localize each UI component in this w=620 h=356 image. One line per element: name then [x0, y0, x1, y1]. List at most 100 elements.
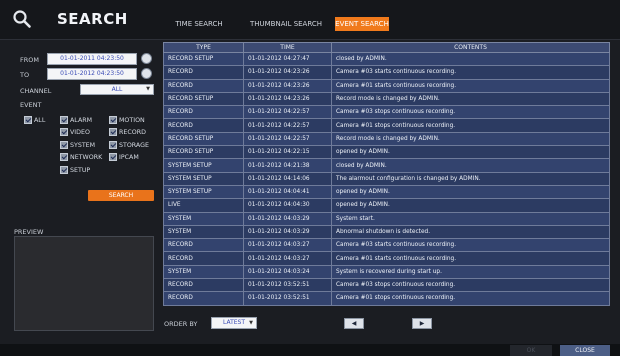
cell-contents: Camera #03 starts continuous recording. [331, 65, 610, 80]
next-page-button[interactable]: ▶ [412, 318, 432, 329]
table-row[interactable]: RECORD 01-01-2012 04:03:27 Camera #03 star… [163, 238, 610, 253]
table-row[interactable]: LIVE 01-01-2012 04:04:30 opened by ADMIN. [163, 198, 610, 213]
table-row[interactable]: SYSTEM SETUP 01-01-2012 04:21:38 closed by… [163, 158, 610, 173]
cell-contents: Record mode is changed by ADMIN. [331, 91, 610, 107]
event-motion-checkbox[interactable]: MOTION [109, 115, 145, 125]
cell-time: 01-01-2012 04:23:26 [243, 65, 332, 80]
cell-type: RECORD [163, 105, 244, 120]
calendar-icon[interactable] [141, 53, 152, 64]
tab-thumbnail-search[interactable]: THUMBNAIL SEARCH [246, 17, 326, 31]
table-row[interactable]: SYSTEM SETUP 01-01-2012 04:14:06 The alarm… [163, 171, 610, 186]
table-row[interactable]: SYSTEM 01-01-2012 04:03:24 System is recov… [163, 264, 610, 280]
event-all-checkbox[interactable]: ALL [24, 115, 45, 125]
cell-time: 01-01-2012 04:21:38 [243, 158, 332, 173]
search-button[interactable]: SEARCH [88, 190, 154, 201]
cell-time: 01-01-2012 03:52:51 [243, 291, 332, 306]
table-row[interactable]: RECORD 01-01-2012 03:52:51 Camera #01 stop… [163, 291, 610, 306]
cell-time: 01-01-2012 04:23:26 [243, 78, 332, 93]
event-record-checkbox[interactable]: RECORD [109, 127, 146, 137]
calendar-icon[interactable] [141, 68, 152, 79]
cell-time: 01-01-2012 03:52:51 [243, 278, 332, 293]
cell-type: RECORD [163, 118, 244, 133]
cell-contents: opened by ADMIN. [331, 198, 610, 213]
column-header-type[interactable]: TYPE [163, 42, 244, 53]
cell-type: RECORD [163, 278, 244, 293]
cell-contents: closed by ADMIN. [331, 158, 610, 173]
event-storage-checkbox[interactable]: STORAGE [109, 140, 149, 150]
table-row[interactable]: RECORD 01-01-2012 04:23:26 Camera #03 star… [163, 65, 610, 80]
from-label: FROM [20, 56, 39, 64]
cell-type: SYSTEM SETUP [163, 171, 244, 186]
cell-time: 01-01-2012 04:22:15 [243, 145, 332, 160]
cell-contents: Camera #01 stops continuous recording. [331, 118, 610, 133]
channel-select[interactable]: ALL ▼ [80, 84, 154, 95]
checkbox-icon [60, 116, 68, 124]
cell-type: SYSTEM [163, 224, 244, 240]
table-row[interactable]: RECORD SETUP 01-01-2012 04:23:26 Record mo… [163, 91, 610, 107]
close-button[interactable]: CLOSE [560, 345, 610, 356]
cell-type: SYSTEM [163, 264, 244, 280]
cell-time: 01-01-2012 04:14:06 [243, 171, 332, 186]
cell-type: RECORD [163, 65, 244, 80]
cell-type: RECORD SETUP [163, 131, 244, 147]
table-row[interactable]: RECORD 01-01-2012 04:03:27 Camera #01 star… [163, 251, 610, 266]
cell-type: RECORD [163, 291, 244, 306]
order-by-select[interactable]: LATEST ▼ [211, 317, 257, 329]
page-title: SEARCH [57, 10, 128, 28]
cell-time: 01-01-2012 04:03:24 [243, 264, 332, 280]
prev-page-button[interactable]: ◀ [344, 318, 364, 329]
checkbox-icon [60, 141, 68, 149]
cell-contents: Camera #03 stops continuous recording. [331, 105, 610, 120]
channel-label: CHANNEL [20, 87, 52, 95]
cell-type: RECORD SETUP [163, 51, 244, 67]
channel-value: ALL [111, 86, 123, 93]
cell-type: RECORD [163, 78, 244, 93]
table-row[interactable]: SYSTEM 01-01-2012 04:03:29 System start. [163, 211, 610, 226]
table-row[interactable]: RECORD SETUP 01-01-2012 04:22:57 Record mo… [163, 131, 610, 147]
table-row[interactable]: RECORD SETUP 01-01-2012 04:22:15 opened by… [163, 145, 610, 160]
cell-contents: System start. [331, 211, 610, 226]
table-row[interactable]: SYSTEM SETUP 01-01-2012 04:04:41 opened by… [163, 184, 610, 200]
cell-time: 01-01-2012 04:03:27 [243, 251, 332, 266]
event-label: EVENT [20, 101, 42, 109]
event-alarm-checkbox[interactable]: ALARM [60, 115, 92, 125]
chevron-down-icon: ▼ [249, 320, 253, 326]
table-row[interactable]: RECORD 01-01-2012 04:22:57 Camera #03 stop… [163, 105, 610, 120]
event-table: TYPE TIME CONTENTS RECORD SETUP 01-01-201… [163, 42, 610, 306]
cell-time: 01-01-2012 04:22:57 [243, 118, 332, 133]
cell-contents: Camera #01 starts continuous recording. [331, 78, 610, 93]
from-date-field[interactable]: 01-01-2011 04:23:50 [47, 53, 137, 65]
cell-type: SYSTEM [163, 211, 244, 226]
preview-label: PREVIEW [14, 228, 44, 236]
cell-contents: Abnormal shutdown is detected. [331, 224, 610, 240]
to-date-field[interactable]: 01-01-2012 04:23:50 [47, 68, 137, 80]
event-video-checkbox[interactable]: VIDEO [60, 127, 90, 137]
event-ipcam-checkbox[interactable]: IPCAM [109, 152, 139, 162]
table-row[interactable]: RECORD SETUP 01-01-2012 04:27:47 closed by… [163, 51, 610, 67]
order-by-label: ORDER BY [164, 320, 198, 328]
event-network-checkbox[interactable]: NETWORK [60, 152, 102, 162]
table-row[interactable]: RECORD 01-01-2012 04:23:26 Camera #01 star… [163, 78, 610, 93]
table-row[interactable]: RECORD 01-01-2012 04:22:57 Camera #01 stop… [163, 118, 610, 133]
column-header-time[interactable]: TIME [243, 42, 332, 53]
cell-time: 01-01-2012 04:04:30 [243, 198, 332, 213]
cell-contents: opened by ADMIN. [331, 184, 610, 200]
checkbox-icon [109, 153, 117, 161]
preview-pane [14, 236, 154, 331]
ok-button[interactable]: OK [510, 345, 552, 356]
cell-contents: closed by ADMIN. [331, 51, 610, 67]
cell-contents: Camera #03 starts continuous recording. [331, 238, 610, 253]
table-row[interactable]: SYSTEM 01-01-2012 04:03:29 Abnormal shutdo… [163, 224, 610, 240]
column-header-contents[interactable]: CONTENTS [331, 42, 610, 53]
cell-contents: opened by ADMIN. [331, 145, 610, 160]
cell-type: RECORD [163, 251, 244, 266]
cell-time: 01-01-2012 04:23:26 [243, 91, 332, 107]
event-system-checkbox[interactable]: SYSTEM [60, 140, 95, 150]
tab-event-search[interactable]: EVENT SEARCH [335, 17, 389, 31]
cell-type: RECORD SETUP [163, 91, 244, 107]
checkbox-icon [109, 116, 117, 124]
tab-time-search[interactable]: TIME SEARCH [166, 17, 232, 31]
table-row[interactable]: RECORD 01-01-2012 03:52:51 Camera #03 stop… [163, 278, 610, 293]
event-setup-checkbox[interactable]: SETUP [60, 165, 90, 175]
cell-time: 01-01-2012 04:04:41 [243, 184, 332, 200]
